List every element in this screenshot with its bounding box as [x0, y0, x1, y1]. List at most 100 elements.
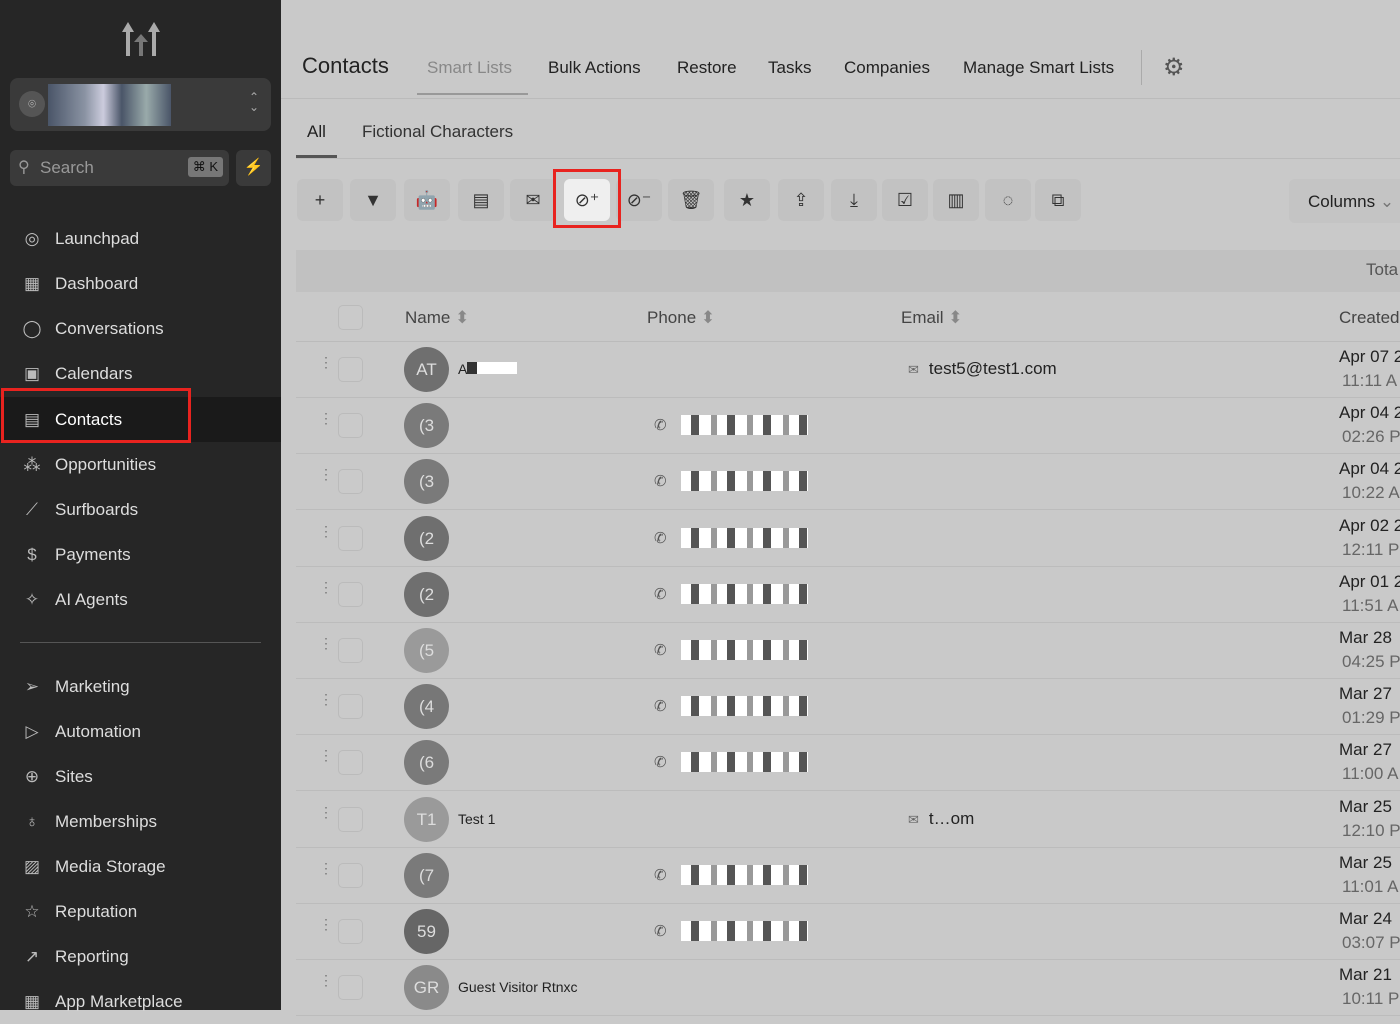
- row-menu-icon[interactable]: ⋮: [319, 411, 333, 425]
- created-time: 11:00 A: [1342, 764, 1399, 784]
- row-checkbox[interactable]: [338, 750, 363, 776]
- row-menu-icon[interactable]: ⋮: [319, 355, 333, 369]
- sidebar-item-sites[interactable]: ⊕ Sites: [0, 754, 281, 799]
- envelope-icon: ✉: [908, 362, 919, 377]
- contact-name[interactable]: A: [458, 361, 518, 377]
- table-row[interactable]: ⋮ AT A ✉ test5@test1.com Apr 07 2 11:11 A: [296, 342, 1400, 398]
- quick-actions-button[interactable]: ⚡: [236, 150, 271, 186]
- row-menu-icon[interactable]: ⋮: [319, 748, 333, 762]
- row-checkbox[interactable]: [338, 469, 363, 495]
- row-checkbox[interactable]: [338, 975, 363, 1001]
- table-row[interactable]: ⋮ GR Guest Visitor Rtnxc Mar 21 10:11 P: [296, 960, 1400, 1017]
- table-row[interactable]: ⋮ (7 ✆ Mar 25 11:01 A: [296, 848, 1400, 904]
- robot-button[interactable]: 🤖: [404, 179, 450, 221]
- row-menu-icon[interactable]: ⋮: [319, 692, 333, 706]
- row-menu-icon[interactable]: ⋮: [319, 973, 333, 987]
- contact-name[interactable]: Test 1: [458, 811, 495, 827]
- table-row[interactable]: ⋮ 59 ✆ Mar 24 03:07 P: [296, 904, 1400, 960]
- sidebar-item-surfboards[interactable]: ⟋ Surfboards: [0, 487, 281, 532]
- created-time: 02:26 P: [1342, 427, 1400, 447]
- row-menu-icon[interactable]: ⋮: [319, 580, 333, 594]
- row-checkbox[interactable]: [338, 919, 363, 944]
- select-all-checkbox[interactable]: [338, 305, 363, 330]
- row-checkbox[interactable]: [338, 638, 363, 663]
- created-date: Mar 24: [1339, 909, 1392, 928]
- row-menu-icon[interactable]: ⋮: [319, 636, 333, 650]
- export-button[interactable]: ⇪: [778, 179, 824, 221]
- header-name[interactable]: Name ⬍: [405, 308, 469, 328]
- table-row[interactable]: ⋮ (3 ✆ Apr 04 2 02:26 P: [296, 398, 1400, 455]
- remove-tag-button[interactable]: ⊘⁻: [616, 179, 662, 221]
- sidebar-item-memberships[interactable]: ♁ Memberships: [0, 799, 281, 844]
- sort-icon: ⬍: [700, 308, 716, 327]
- sidebar-item-marketing[interactable]: ➢ Marketing: [0, 664, 281, 709]
- remove-tag-icon: ⊘⁻: [626, 190, 652, 210]
- import-button[interactable]: ⤓: [831, 179, 877, 221]
- sidebar-item-media-storage[interactable]: ▨ Media Storage: [0, 844, 281, 889]
- tab-restore[interactable]: Restore: [677, 58, 737, 78]
- trash-button[interactable]: 🗑: [668, 179, 714, 221]
- whatsapp-button[interactable]: ◌: [985, 179, 1031, 221]
- table-row[interactable]: ⋮ (2 ✆ Apr 01 2 11:51 A: [296, 567, 1400, 623]
- email-button[interactable]: ✉: [510, 179, 556, 221]
- add-button[interactable]: +: [297, 179, 343, 221]
- subtab-all[interactable]: All: [307, 122, 326, 142]
- contact-email[interactable]: ✉ t…om: [908, 809, 974, 829]
- sidebar-item-launchpad[interactable]: ◎ Launchpad: [0, 216, 281, 261]
- columns-button[interactable]: Columns ⌄: [1289, 179, 1400, 223]
- sidebar-item-opportunities[interactable]: ⁂ Opportunities: [0, 442, 281, 487]
- sidebar-item-app-marketplace[interactable]: ▦ App Marketplace: [0, 979, 281, 1024]
- row-checkbox[interactable]: [338, 694, 363, 720]
- table-row[interactable]: ⋮ (4 ✆ Mar 27 01:29 P: [296, 679, 1400, 736]
- location-switcher[interactable]: ⌾ ⌃ ⌄: [10, 78, 271, 131]
- row-checkbox[interactable]: [338, 357, 363, 382]
- contact-name[interactable]: Guest Visitor Rtnxc: [458, 979, 578, 995]
- sidebar-item-reporting[interactable]: ↗ Reporting: [0, 934, 281, 979]
- sidebar-item-ai-agents[interactable]: ✧ AI Agents: [0, 577, 281, 622]
- tab-bulk-actions[interactable]: Bulk Actions: [548, 58, 641, 78]
- sparkle-icon: ✧: [24, 589, 40, 609]
- phone-redacted: [681, 752, 808, 773]
- search-input[interactable]: ⚲ Search ⌘ K: [10, 150, 229, 186]
- sidebar-item-dashboard[interactable]: ▦ Dashboard: [0, 261, 281, 306]
- filter-button[interactable]: ▼: [350, 179, 396, 221]
- sidebar-item-automation[interactable]: ▷ Automation: [0, 709, 281, 754]
- subtab-fictional-characters[interactable]: Fictional Characters: [362, 122, 513, 142]
- star-button[interactable]: ★: [724, 179, 770, 221]
- tab-tasks[interactable]: Tasks: [768, 58, 811, 78]
- row-checkbox[interactable]: [338, 581, 363, 607]
- tab-manage-smart-lists[interactable]: Manage Smart Lists: [963, 58, 1114, 78]
- sidebar-item-reputation[interactable]: ☆ Reputation: [0, 889, 281, 934]
- table-row[interactable]: ⋮ (5 ✆ Mar 28 04:25 P: [296, 623, 1400, 679]
- row-menu-icon[interactable]: ⋮: [319, 861, 333, 875]
- lightning-icon: ⚡: [243, 159, 264, 176]
- row-menu-icon[interactable]: ⋮: [319, 524, 333, 538]
- review-button[interactable]: ☑: [882, 179, 928, 221]
- row-menu-icon[interactable]: ⋮: [319, 467, 333, 481]
- sidebar-item-payments[interactable]: $ Payments: [0, 532, 281, 577]
- company-button[interactable]: ▥: [933, 179, 979, 221]
- merge-button[interactable]: ⧉: [1035, 179, 1081, 221]
- row-menu-icon[interactable]: ⋮: [319, 805, 333, 819]
- phone-icon: ✆: [654, 698, 667, 716]
- row-checkbox[interactable]: [338, 862, 363, 888]
- table-row[interactable]: ⋮ T1 Test 1 ✉ t…om Mar 25 12:10 P: [296, 792, 1400, 848]
- sidebar-item-conversations[interactable]: ◯ Conversations: [0, 306, 281, 351]
- tab-smart-lists[interactable]: Smart Lists: [427, 58, 512, 78]
- row-menu-icon[interactable]: ⋮: [319, 917, 333, 931]
- header-phone[interactable]: Phone ⬍: [647, 308, 715, 328]
- tab-companies[interactable]: Companies: [844, 58, 930, 78]
- header-email[interactable]: Email ⬍: [901, 308, 963, 328]
- row-checkbox[interactable]: [338, 413, 363, 439]
- table-row[interactable]: ⋮ (2 ✆ Apr 02 2 12:11 P: [296, 511, 1400, 567]
- total-bar: Tota: [296, 250, 1400, 292]
- table-row[interactable]: ⋮ (3 ✆ Apr 04 2 10:22 A: [296, 454, 1400, 511]
- gear-icon[interactable]: ⚙: [1163, 53, 1185, 82]
- message-button[interactable]: ▤: [458, 179, 504, 221]
- row-checkbox[interactable]: [338, 806, 363, 832]
- header-created[interactable]: Created: [1339, 308, 1399, 328]
- table-row[interactable]: ⋮ (6 ✆ Mar 27 11:00 A: [296, 735, 1400, 792]
- created-time: 12:11 P: [1342, 539, 1400, 559]
- contact-email[interactable]: ✉ test5@test1.com: [908, 359, 1057, 379]
- row-checkbox[interactable]: [338, 525, 363, 551]
